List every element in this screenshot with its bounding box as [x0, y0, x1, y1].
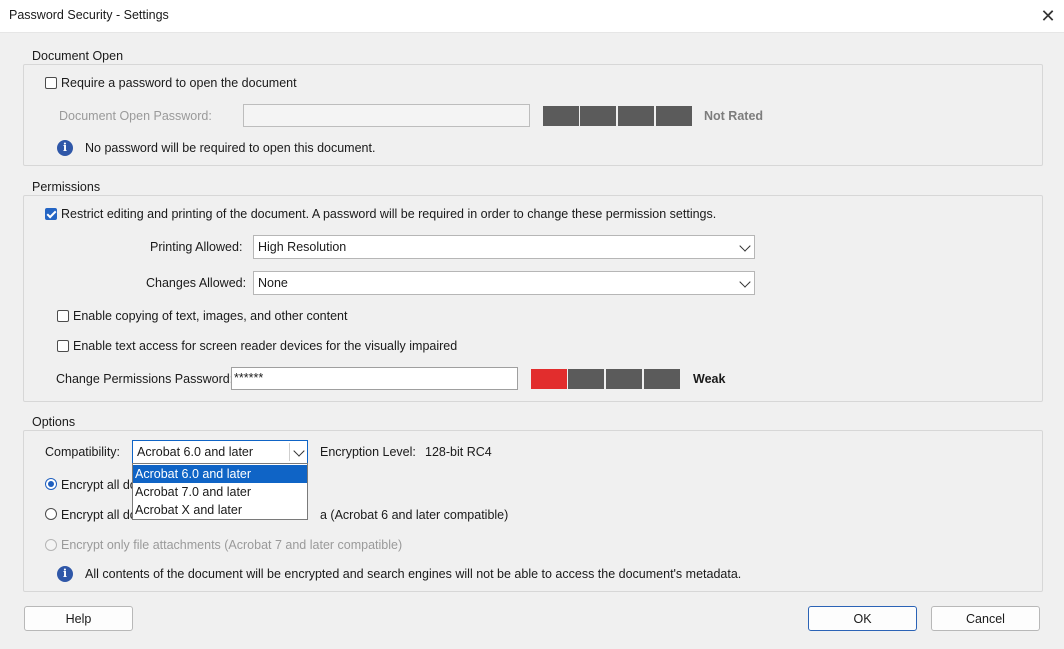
compatibility-select[interactable]: Acrobat 6.0 and later — [132, 440, 308, 464]
printing-allowed-value: High Resolution — [258, 240, 347, 254]
open-password-strength-meter — [543, 106, 693, 126]
strength-segment — [606, 369, 642, 389]
compatibility-option[interactable]: Acrobat 6.0 and later — [133, 465, 307, 483]
encrypt-except-metadata-label-end[interactable]: a (Acrobat 6 and later compatible) — [320, 508, 508, 522]
ok-button[interactable]: OK — [808, 606, 917, 631]
changes-allowed-label: Changes Allowed: — [146, 276, 247, 290]
permissions-password-strength-label: Weak — [693, 372, 726, 386]
compatibility-value: Acrobat 6.0 and later — [137, 445, 254, 459]
help-button[interactable]: Help — [24, 606, 133, 631]
options-info-text: All contents of the document will be enc… — [85, 567, 742, 581]
encrypt-all-radio[interactable] — [45, 478, 57, 490]
document-open-info-text: No password will be required to open thi… — [85, 141, 376, 155]
encryption-level-label: Encryption Level: — [320, 445, 416, 459]
strength-segment — [656, 106, 692, 126]
encrypt-except-metadata-radio[interactable] — [45, 508, 57, 520]
enable-copying-label[interactable]: Enable copying of text, images, and othe… — [73, 309, 347, 323]
encrypt-except-metadata-label-start[interactable]: Encrypt all do — [61, 508, 137, 522]
window-title: Password Security - Settings — [9, 8, 169, 22]
chevron-down-icon — [739, 240, 751, 252]
printing-allowed-select[interactable]: High Resolution — [253, 235, 755, 259]
restrict-editing-label[interactable]: Restrict editing and printing of the doc… — [61, 207, 716, 221]
require-password-label[interactable]: Require a password to open the document — [61, 76, 297, 90]
encrypt-attachments-radio[interactable] — [45, 539, 57, 551]
options-group-label: Options — [30, 415, 78, 429]
info-icon: i — [57, 140, 73, 156]
title-bar: Password Security - Settings ✕ — [0, 0, 1064, 33]
screen-reader-checkbox[interactable] — [57, 340, 69, 352]
compatibility-option[interactable]: Acrobat X and later — [133, 501, 307, 519]
compatibility-dropdown-list: Acrobat 6.0 and later Acrobat 7.0 and la… — [132, 463, 308, 520]
document-open-group-label: Document Open — [30, 49, 126, 63]
permissions-password-label: Change Permissions Password: — [56, 372, 234, 386]
strength-segment — [568, 369, 604, 389]
strength-segment — [618, 106, 654, 126]
cancel-button[interactable]: Cancel — [931, 606, 1040, 631]
close-icon[interactable]: ✕ — [1038, 6, 1058, 26]
strength-segment-filled — [531, 369, 567, 389]
select-divider — [289, 443, 290, 461]
open-password-strength-label: Not Rated — [704, 109, 764, 123]
permissions-password-value: ****** — [234, 371, 264, 385]
printing-allowed-label: Printing Allowed: — [150, 240, 243, 254]
changes-allowed-value: None — [258, 276, 288, 290]
permissions-group-label: Permissions — [30, 180, 103, 194]
encrypt-all-label[interactable]: Encrypt all do — [61, 478, 137, 492]
changes-allowed-select[interactable]: None — [253, 271, 755, 295]
restrict-editing-checkbox[interactable] — [45, 208, 57, 220]
strength-segment — [543, 106, 579, 126]
strength-segment — [644, 369, 680, 389]
compatibility-option[interactable]: Acrobat 7.0 and later — [133, 483, 307, 501]
document-open-password-input[interactable] — [243, 104, 530, 127]
screen-reader-label[interactable]: Enable text access for screen reader dev… — [73, 339, 457, 353]
permissions-password-strength-meter — [531, 369, 681, 389]
encryption-level-value: 128-bit RC4 — [425, 445, 492, 459]
info-icon: i — [57, 566, 73, 582]
compatibility-label: Compatibility: — [45, 445, 121, 459]
document-open-password-label: Document Open Password: — [59, 109, 212, 123]
strength-segment — [580, 106, 616, 126]
chevron-down-icon — [739, 276, 751, 288]
permissions-password-input[interactable]: ****** — [231, 367, 518, 390]
enable-copying-checkbox[interactable] — [57, 310, 69, 322]
encrypt-attachments-label[interactable]: Encrypt only file attachments (Acrobat 7… — [61, 538, 402, 552]
require-password-checkbox[interactable] — [45, 77, 57, 89]
chevron-down-icon — [293, 445, 305, 457]
